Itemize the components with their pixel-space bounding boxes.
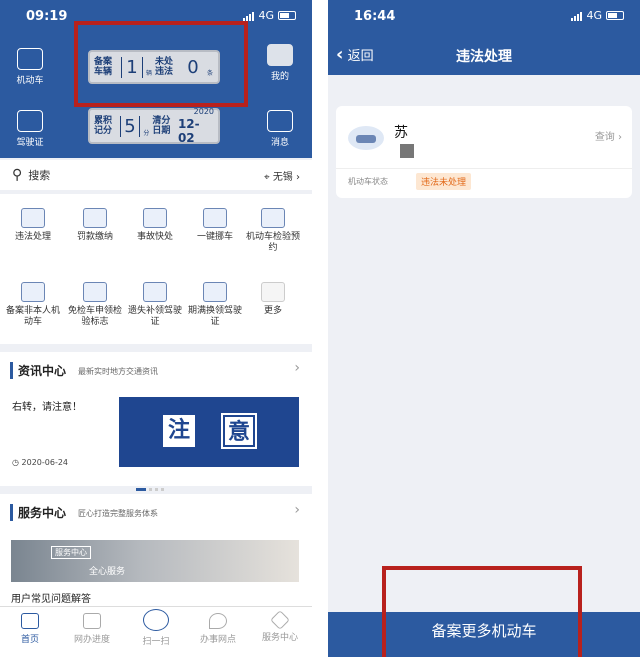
car-violation-icon bbox=[21, 208, 45, 228]
service-more[interactable]: 更多 bbox=[244, 282, 302, 317]
search-icon: ⚲ bbox=[12, 167, 23, 183]
tab-locations[interactable]: 办事网点 bbox=[192, 613, 244, 645]
record-vehicle-icon bbox=[21, 282, 45, 302]
news-date: ◷ 2020-06-24 bbox=[12, 458, 69, 467]
city-selector[interactable]: ⌖ 无锡 › bbox=[264, 168, 300, 183]
carousel-dots bbox=[136, 476, 172, 491]
service-record-vehicle[interactable]: 备案非本人机动车 bbox=[4, 282, 62, 328]
profile-shortcut[interactable]: 我的 bbox=[260, 44, 300, 82]
signal-icon bbox=[243, 11, 255, 21]
tab-progress[interactable]: 网办进度 bbox=[66, 613, 118, 645]
status-bar: 16:44 4G bbox=[328, 0, 640, 34]
license-shortcut[interactable]: 驾驶证 bbox=[10, 110, 50, 148]
monitor-icon bbox=[83, 613, 101, 629]
move-car-icon bbox=[203, 208, 227, 228]
faq-link[interactable]: 用户常见问题解答 bbox=[11, 590, 91, 605]
battery-icon bbox=[278, 11, 296, 20]
renew-license-icon bbox=[203, 282, 227, 302]
violation-screen: 16:44 4G ‹ 返回 违法处理 苏 查询 › 机动车状态 违法未处理 备案… bbox=[328, 0, 640, 657]
inspection-icon bbox=[261, 208, 285, 228]
car-icon bbox=[348, 126, 384, 150]
bottom-tab-bar: 首页 网办进度 扫一扫 办事网点 服务中心 bbox=[0, 606, 312, 657]
service-violation[interactable]: 违法处理 bbox=[4, 208, 62, 243]
message-shortcut[interactable]: 消息 bbox=[260, 110, 300, 148]
highlight-box bbox=[382, 566, 582, 657]
tab-scan[interactable]: 扫一扫 bbox=[130, 609, 182, 647]
service-fine[interactable]: 罚款缴纳 bbox=[66, 208, 124, 243]
service-move-car[interactable]: 一键挪车 bbox=[186, 208, 244, 243]
service-exempt[interactable]: 免检车申领检验标志 bbox=[66, 282, 124, 328]
query-link[interactable]: 查询 › bbox=[595, 128, 622, 143]
chevron-right-icon[interactable]: › bbox=[294, 360, 300, 376]
tab-home[interactable]: 首页 bbox=[4, 613, 56, 645]
plate-number: 苏 bbox=[394, 125, 408, 141]
id-card-icon bbox=[17, 110, 43, 132]
exempt-sticker-icon bbox=[83, 282, 107, 302]
score-plate[interactable]: 累积记分 5 分 清分日期 2020 12-02 bbox=[88, 107, 220, 145]
search-bar[interactable]: ⚲ 搜索 ⌖ 无锡 › bbox=[0, 160, 312, 190]
vehicle-card[interactable]: 苏 查询 › 机动车状态 违法未处理 bbox=[336, 106, 632, 198]
car-icon bbox=[17, 48, 43, 70]
home-icon bbox=[21, 613, 39, 629]
nav-bar: 16:44 4G ‹ 返回 违法处理 bbox=[328, 0, 640, 75]
service-center-section: 服务中心 匠心打造完整服务体系 › 服务中心 全心服务 用户常见问题解答 bbox=[0, 494, 312, 606]
service-grid: 违法处理 罚款缴纳 事故快处 一键挪车 机动车检验预约 备案非本人机动车 免检车… bbox=[0, 194, 312, 344]
status-badge: 违法未处理 bbox=[416, 173, 472, 190]
service-accident[interactable]: 事故快处 bbox=[126, 208, 184, 243]
service-renew-license[interactable]: 期满换领驾驶证 bbox=[186, 282, 244, 328]
avatar-icon bbox=[267, 44, 293, 66]
battery-icon bbox=[606, 11, 624, 20]
mail-icon bbox=[267, 110, 293, 132]
news-banner[interactable]: 注 意 bbox=[119, 397, 299, 467]
fine-payment-icon bbox=[83, 208, 107, 228]
signal-icon bbox=[571, 11, 583, 21]
service-banner[interactable]: 服务中心 全心服务 bbox=[11, 540, 299, 582]
redacted-block bbox=[400, 144, 414, 158]
status-bar: 09:19 4G bbox=[0, 0, 312, 34]
news-section: 资讯中心 最新实时地方交通资讯 › 右转，请注意！ ◷ 2020-06-24 注… bbox=[0, 352, 312, 491]
service-lost-license[interactable]: 遗失补领驾驶证 bbox=[126, 282, 184, 328]
tab-service-center[interactable]: 服务中心 bbox=[254, 610, 306, 643]
page-title: 违法处理 bbox=[456, 49, 512, 65]
location-pin-icon bbox=[209, 613, 227, 629]
scan-icon bbox=[143, 609, 169, 631]
accident-icon bbox=[143, 208, 167, 228]
diamond-icon bbox=[270, 610, 290, 630]
home-screen: 机动车 驾驶证 我的 消息 备案车辆 1 辆 未处违法 0 条 累积记分 5 分… bbox=[0, 0, 312, 657]
service-inspection[interactable]: 机动车检验预约 bbox=[244, 208, 302, 254]
lost-license-icon bbox=[143, 282, 167, 302]
vehicle-shortcut[interactable]: 机动车 bbox=[10, 48, 50, 86]
news-headline[interactable]: 右转，请注意！ bbox=[12, 398, 82, 413]
more-icon bbox=[261, 282, 285, 302]
chevron-right-icon[interactable]: › bbox=[294, 502, 300, 518]
